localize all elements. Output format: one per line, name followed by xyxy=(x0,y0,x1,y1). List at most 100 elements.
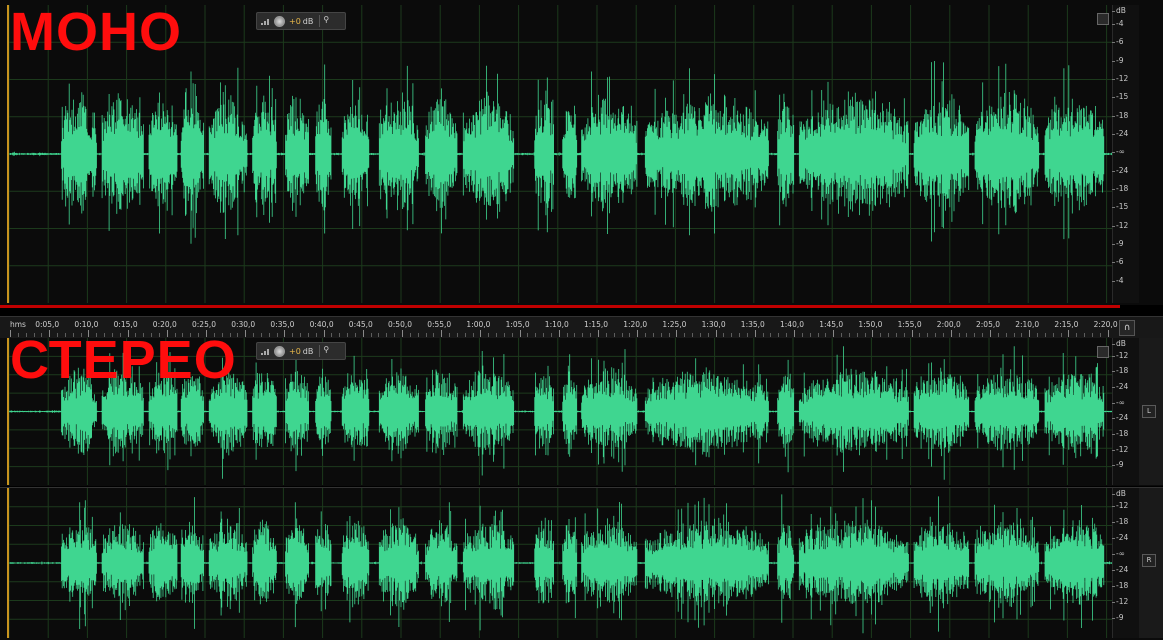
ruler-label: 1:25,0 xyxy=(662,320,687,329)
ruler-tick xyxy=(613,333,615,337)
db-scale-label: dB xyxy=(1112,6,1126,15)
ruler-tick xyxy=(621,333,623,337)
ruler-tick xyxy=(1005,333,1007,337)
db-scale-label: -24 xyxy=(1111,129,1129,139)
ruler-tick xyxy=(825,333,827,337)
waveform-path xyxy=(9,494,1114,634)
ruler-tick xyxy=(590,333,592,337)
right-waveform[interactable] xyxy=(7,488,1114,638)
ruler-tick xyxy=(1107,330,1109,337)
ruler-label: 0:15,0 xyxy=(113,320,138,329)
db-scale-label: -24 xyxy=(1111,165,1129,175)
ruler-tick xyxy=(1044,333,1046,337)
ruler-tick xyxy=(582,333,584,337)
ruler-label: 1:10,0 xyxy=(544,320,569,329)
ruler-tick xyxy=(801,333,803,337)
headphones-icon[interactable]: ∩ xyxy=(1119,320,1135,336)
pin-icon[interactable]: ⚲ xyxy=(319,15,333,27)
ruler-tick xyxy=(927,333,929,337)
db-scale-label: -18 xyxy=(1111,581,1129,590)
ruler-tick xyxy=(268,333,270,337)
ruler-tick xyxy=(1029,330,1031,337)
ruler-tick xyxy=(895,333,897,337)
ruler-tick xyxy=(464,333,466,337)
volume-knob-icon[interactable] xyxy=(274,345,285,357)
ruler-tick xyxy=(370,333,372,337)
ruler-tick xyxy=(1052,333,1054,337)
ruler-tick xyxy=(676,330,678,337)
ruler-tick xyxy=(974,333,976,337)
ruler-tick xyxy=(856,333,858,337)
ruler-tick xyxy=(1037,333,1039,337)
db-scale-label: -12 xyxy=(1111,350,1129,360)
ruler-label: 0:35,0 xyxy=(270,320,295,329)
pin-icon[interactable]: ⚲ xyxy=(319,345,333,357)
ruler-tick xyxy=(723,333,725,337)
ruler-tick xyxy=(762,333,764,337)
ruler-tick xyxy=(441,330,443,337)
ruler-tick xyxy=(339,333,341,337)
db-scale-label: -18 xyxy=(1111,429,1129,439)
ruler-tick xyxy=(307,333,309,337)
ruler-tick xyxy=(425,333,427,337)
ruler-tick xyxy=(511,333,513,337)
mono-clip-hud[interactable]: +0 dB ⚲ xyxy=(256,12,346,30)
db-scale-label: -6 xyxy=(1111,257,1124,267)
db-scale-label: -∞ xyxy=(1112,147,1125,157)
ruler-tick xyxy=(966,333,968,337)
ruler-tick xyxy=(496,333,498,337)
ruler-label: 1:50,0 xyxy=(858,320,883,329)
ruler-label: 1:05,0 xyxy=(505,320,530,329)
ruler-tick xyxy=(245,330,247,337)
ruler-tick xyxy=(1021,333,1023,337)
ruler-tick xyxy=(488,333,490,337)
ruler-tick xyxy=(292,333,294,337)
db-scale-label: -12 xyxy=(1111,220,1129,230)
right-channel-button[interactable]: R xyxy=(1142,554,1156,567)
ruler-tick xyxy=(574,333,576,337)
ruler-tick xyxy=(598,330,599,337)
ruler-tick xyxy=(1068,330,1070,337)
ruler-tick xyxy=(746,333,748,337)
db-scale-label: -12 xyxy=(1111,74,1129,84)
ruler-tick xyxy=(848,333,850,337)
waveform-path xyxy=(9,61,1114,244)
ruler-tick xyxy=(841,333,843,337)
volume-knob-icon[interactable] xyxy=(274,15,285,27)
ruler-label: 0:20,0 xyxy=(152,320,177,329)
ruler-tick xyxy=(684,333,686,337)
ruler-tick xyxy=(707,333,709,337)
gain-value: +0 xyxy=(289,16,301,26)
ruler-tick xyxy=(449,333,451,337)
db-scale-label: -9 xyxy=(1111,239,1124,249)
ruler-tick xyxy=(354,333,356,337)
gain-unit: dB xyxy=(302,16,314,26)
left-channel-button[interactable]: L xyxy=(1142,405,1156,418)
zoom-corner-icon[interactable] xyxy=(1097,346,1109,358)
db-scale-label: -4 xyxy=(1111,19,1124,29)
db-scale-label: -12 xyxy=(1111,444,1129,454)
ruler-tick xyxy=(276,333,278,337)
zoom-corner-icon[interactable] xyxy=(1097,13,1109,25)
ruler-tick xyxy=(253,333,255,337)
signal-bars-icon xyxy=(261,16,271,27)
db-scale-label: -9 xyxy=(1111,55,1124,65)
ruler-tick xyxy=(1084,333,1086,337)
gain-unit: dB xyxy=(302,346,314,356)
ruler-label: 2:15,0 xyxy=(1054,320,1079,329)
ruler-tick xyxy=(409,333,411,337)
ruler-tick xyxy=(645,333,647,337)
ruler-label: 1:15,0 xyxy=(584,320,608,329)
stereo-label: СТЕРЕО xyxy=(10,330,237,390)
divider-line xyxy=(0,305,1120,308)
ruler-tick xyxy=(919,333,921,337)
ruler-label: 2:00,0 xyxy=(936,320,961,329)
stereo-clip-hud[interactable]: +0 dB ⚲ xyxy=(256,342,346,360)
db-scale-label: -24 xyxy=(1111,565,1129,574)
ruler-label: 0:10,0 xyxy=(74,320,99,329)
ruler-tick xyxy=(864,333,866,337)
ruler-tick xyxy=(260,333,262,337)
ruler-tick xyxy=(1076,333,1078,337)
ruler-tick xyxy=(935,333,937,337)
ruler-tick xyxy=(519,330,521,337)
